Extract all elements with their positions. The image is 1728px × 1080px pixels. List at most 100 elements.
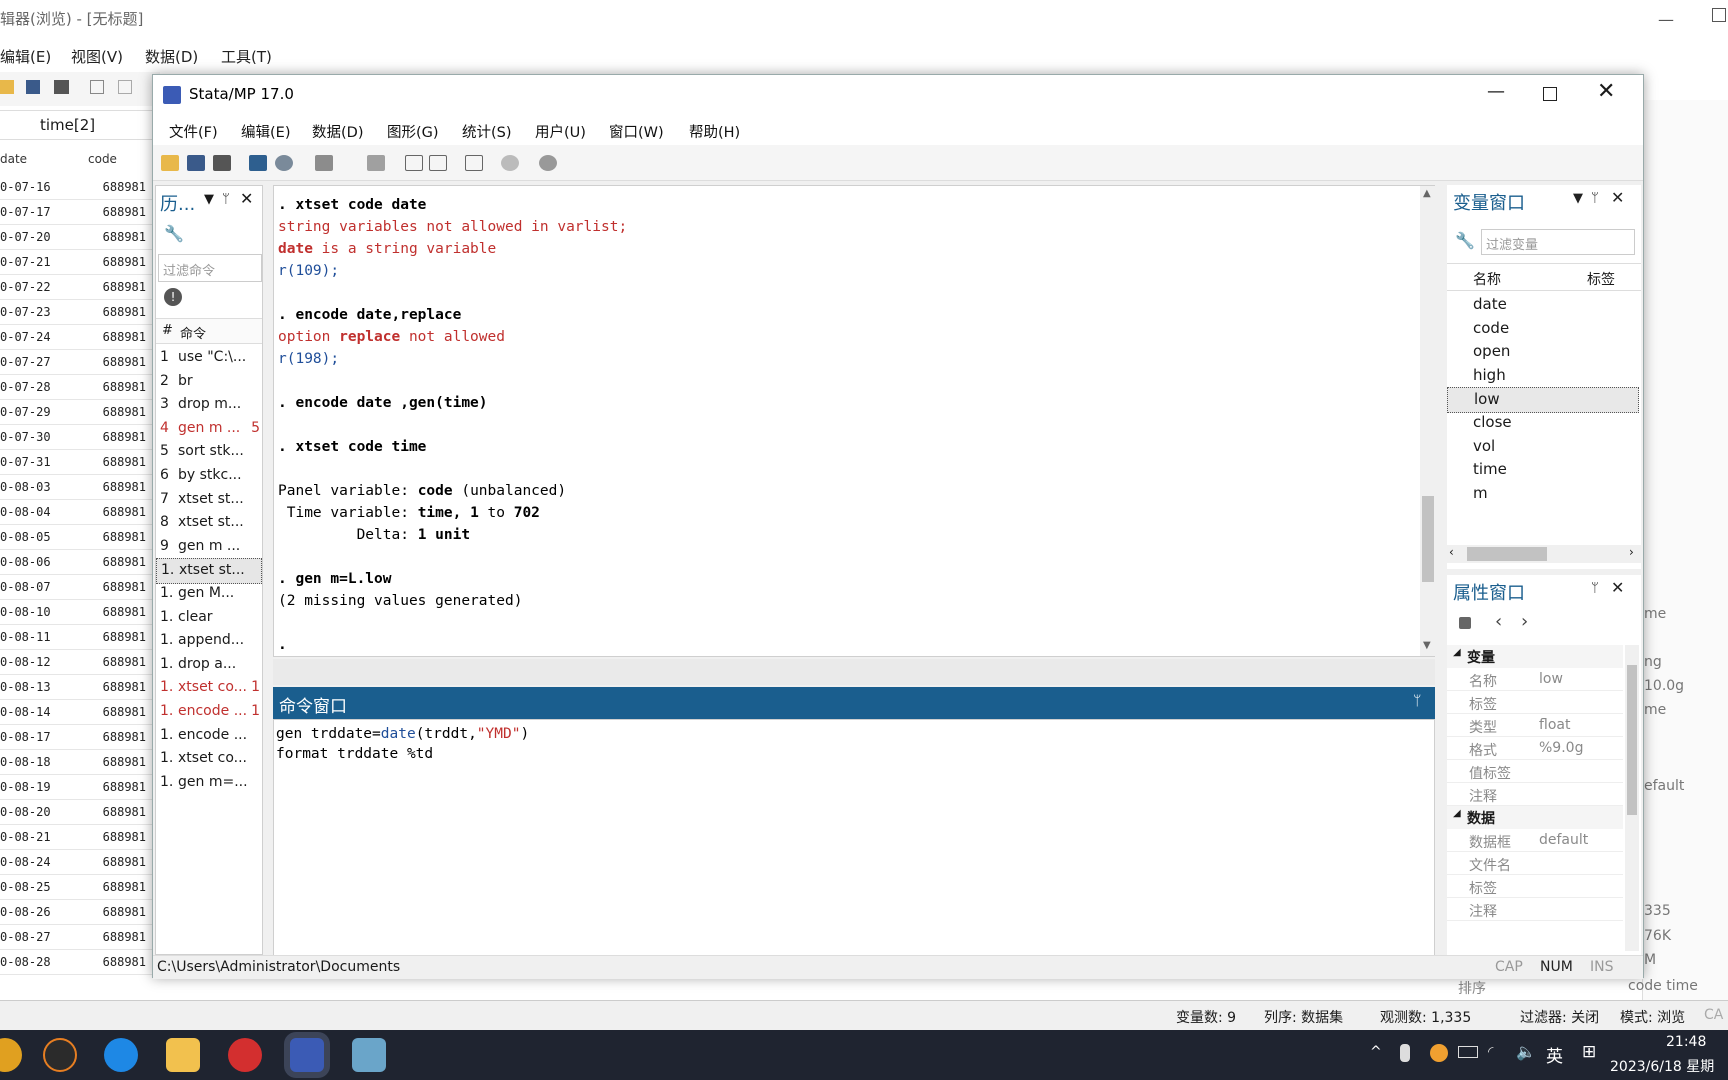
bg-cell-code[interactable]: 688981 [103,230,146,244]
bg-cell-code[interactable]: 688981 [103,955,146,969]
bg-cell-code[interactable]: 688981 [103,930,146,944]
bg-maximize-icon[interactable] [1712,8,1726,22]
variable-item[interactable]: m [1447,482,1639,508]
property-row[interactable]: 标签 [1447,875,1623,898]
bg-cell-code[interactable]: 688981 [103,530,146,544]
clock-date[interactable]: 2023/6/18 星期 [1610,1056,1714,1076]
bg-cell-code[interactable]: 688981 [103,605,146,619]
property-section[interactable]: ◢ 数据 [1447,806,1623,829]
history-filter-input[interactable]: 过滤命令 [158,254,262,282]
volume-icon[interactable]: 🔈 [1516,1042,1536,1061]
bg-cell-date[interactable]: 0-08-25 [0,880,51,894]
bg-data-row[interactable]: 0-08-26 688981 [0,900,152,925]
bg-cell-date[interactable]: 0-07-24 [0,330,51,344]
bg-cell-date[interactable]: 0-07-21 [0,255,51,269]
variable-item[interactable]: open [1447,340,1639,366]
bg-cell-code[interactable]: 688981 [103,680,146,694]
lock-icon[interactable] [1459,617,1471,629]
data-editor-edit-icon[interactable] [405,155,423,171]
break-icon[interactable] [539,155,557,171]
notepad-icon[interactable] [352,1038,386,1072]
bg-data-row[interactable]: 0-08-25 688981 [0,875,152,900]
history-item[interactable]: 8 xtset st... [156,511,262,537]
property-row[interactable]: 文件名 [1447,852,1623,875]
bg-data-row[interactable]: 0-07-24 688981 [0,325,152,350]
variables-filter-input[interactable]: 过滤变量 [1481,229,1635,255]
bg-cell-date[interactable]: 0-08-28 [0,955,51,969]
pin-icon[interactable]: ᛘ [222,192,230,207]
wrench-icon[interactable]: 🔧 [164,224,184,243]
save-icon[interactable] [187,155,205,171]
music-icon[interactable] [228,1038,262,1072]
clock-time[interactable]: 21:48 [1666,1034,1706,1050]
menu-statistics[interactable]: 统计(S) [462,121,512,142]
bg-data-row[interactable]: 0-08-20 688981 [0,800,152,825]
bg-cell-code[interactable]: 688981 [103,880,146,894]
scroll-left-icon[interactable]: ‹ [1449,545,1454,559]
close-panel-icon[interactable]: ✕ [1611,188,1624,207]
bg-data-row[interactable]: 0-07-30 688981 [0,425,152,450]
variable-item[interactable]: vol [1447,435,1639,461]
variable-item[interactable]: high [1447,364,1639,390]
history-item[interactable]: 5 sort stk... [156,440,262,466]
property-section[interactable]: ◢ 变量 [1447,645,1623,668]
menu-window[interactable]: 窗口(W) [609,121,664,142]
property-row[interactable]: 数据框 default [1447,829,1623,852]
bg-cell-code[interactable]: 688981 [103,805,146,819]
bg-cell-code[interactable]: 688981 [103,755,146,769]
bg-cell-date[interactable]: 0-08-19 [0,780,51,794]
bg-cell-date[interactable]: 0-08-12 [0,655,51,669]
menu-user[interactable]: 用户(U) [535,121,586,142]
mic-icon[interactable] [1400,1044,1410,1062]
scroll-right-icon[interactable]: › [1629,545,1634,559]
stata-taskbar-icon[interactable] [290,1038,324,1072]
bg-menu-view[interactable]: 视图(V) [71,46,123,67]
bg-menu-data[interactable]: 数据(D) [145,46,198,67]
pin-icon[interactable]: ᛘ [1413,693,1421,709]
history-item[interactable]: 1. gen M... [156,582,262,608]
property-row[interactable]: 类型 float [1447,714,1623,737]
menu-data[interactable]: 数据(D) [312,121,363,142]
history-item[interactable]: 1 use "C:\... [156,346,262,372]
bg-data-row[interactable]: 0-08-05 688981 [0,525,152,550]
bg-cell-date[interactable]: 0-07-22 [0,280,51,294]
properties-scrollbar[interactable] [1625,645,1639,951]
bg-cell-date[interactable]: 0-08-13 [0,680,51,694]
scroll-up-icon[interactable]: ▲ [1423,188,1431,199]
property-row[interactable]: 注释 [1447,898,1623,921]
history-item[interactable]: 1. gen m=... [156,771,262,797]
copy-icon[interactable] [90,80,104,94]
history-item[interactable]: 1. drop a... [156,653,262,679]
command-input[interactable]: gen trddate=date(trddt,"YMD") format trdd… [273,719,1435,957]
app-icon[interactable] [43,1038,77,1072]
pin-icon[interactable]: ᛘ [1591,191,1599,206]
bg-cell-code[interactable]: 688981 [103,630,146,644]
user-icon[interactable] [1430,1044,1448,1062]
bg-data-row[interactable]: 0-07-23 688981 [0,300,152,325]
error-filter-icon[interactable]: ! [164,288,182,306]
ime-indicator[interactable]: 英 [1546,1042,1563,1067]
bg-data-row[interactable]: 0-08-13 688981 [0,675,152,700]
bg-cell-code[interactable]: 688981 [103,305,146,319]
menu-graphics[interactable]: 图形(G) [387,121,439,142]
bg-data-row[interactable]: 0-07-22 688981 [0,275,152,300]
file-explorer-icon[interactable] [166,1038,200,1072]
property-row[interactable]: 名称 low [1447,668,1623,691]
bg-col-code[interactable]: code [88,152,117,166]
variable-item[interactable]: time [1447,458,1639,484]
bg-cell-date[interactable]: 0-08-17 [0,730,51,744]
bg-data-row[interactable]: 0-08-18 688981 [0,750,152,775]
property-value[interactable]: float [1539,717,1570,733]
bg-data-row[interactable]: 0-08-27 688981 [0,925,152,950]
menu-file[interactable]: 文件(F) [169,121,218,142]
bg-data-row[interactable]: 0-07-16 688981 [0,175,152,200]
property-value[interactable]: low [1539,671,1563,687]
wrench-icon[interactable]: 🔧 [1455,231,1475,250]
bg-cell-code[interactable]: 688981 [103,480,146,494]
variable-item[interactable]: code [1447,317,1639,343]
bg-data-row[interactable]: 0-08-21 688981 [0,825,152,850]
scroll-down-icon[interactable]: ▼ [1423,640,1431,651]
bg-cell-code[interactable]: 688981 [103,180,146,194]
bg-data-row[interactable]: 0-07-20 688981 [0,225,152,250]
bg-col-date[interactable]: date [0,152,27,166]
